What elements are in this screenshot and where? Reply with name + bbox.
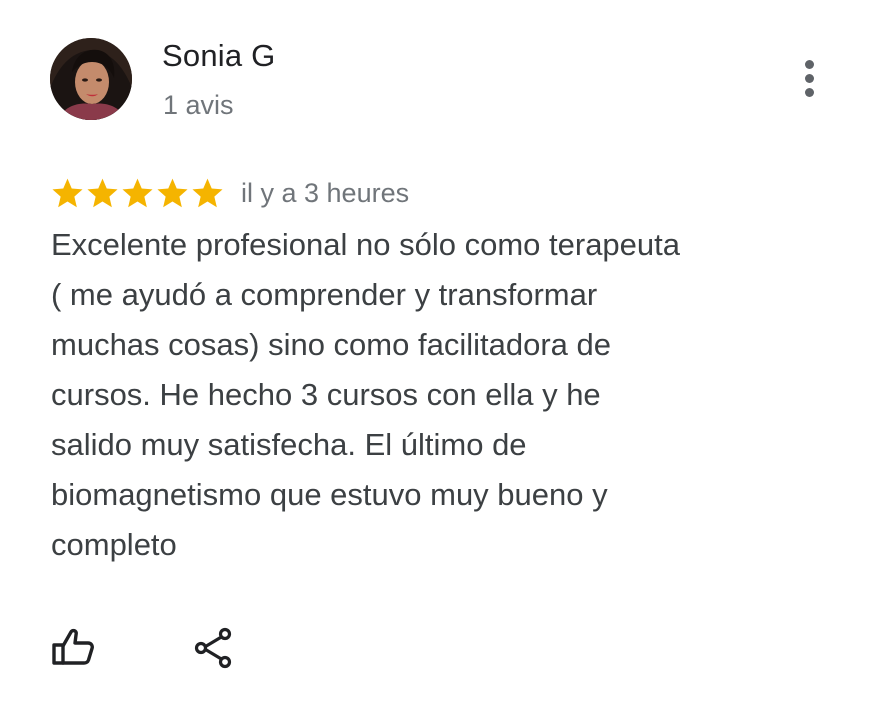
rating-row: il y a 3 heures: [50, 172, 409, 214]
star-icon: [52, 178, 83, 207]
more-vert-icon-dot: [805, 88, 814, 97]
avatar[interactable]: [50, 38, 132, 120]
star-rating: [50, 176, 225, 211]
review-text: Excelente profesional no sólo como terap…: [51, 227, 681, 562]
avatar-photo: [50, 38, 132, 120]
more-vert-icon-dot: [805, 74, 814, 83]
more-options-button[interactable]: [790, 56, 830, 102]
like-button[interactable]: [48, 622, 100, 674]
star-icon: [87, 178, 118, 207]
more-vert-icon: [805, 60, 814, 69]
star-icon: [157, 178, 188, 207]
share-button[interactable]: [188, 622, 240, 674]
share-icon: [194, 627, 232, 669]
thumb-up-icon: [52, 628, 94, 665]
star-icon: [122, 178, 153, 207]
star-icon: [192, 178, 223, 207]
review-time: il y a 3 heures: [241, 177, 410, 208]
review-count: 1 avis: [163, 90, 234, 120]
reviewer-name[interactable]: Sonia G: [162, 38, 275, 74]
